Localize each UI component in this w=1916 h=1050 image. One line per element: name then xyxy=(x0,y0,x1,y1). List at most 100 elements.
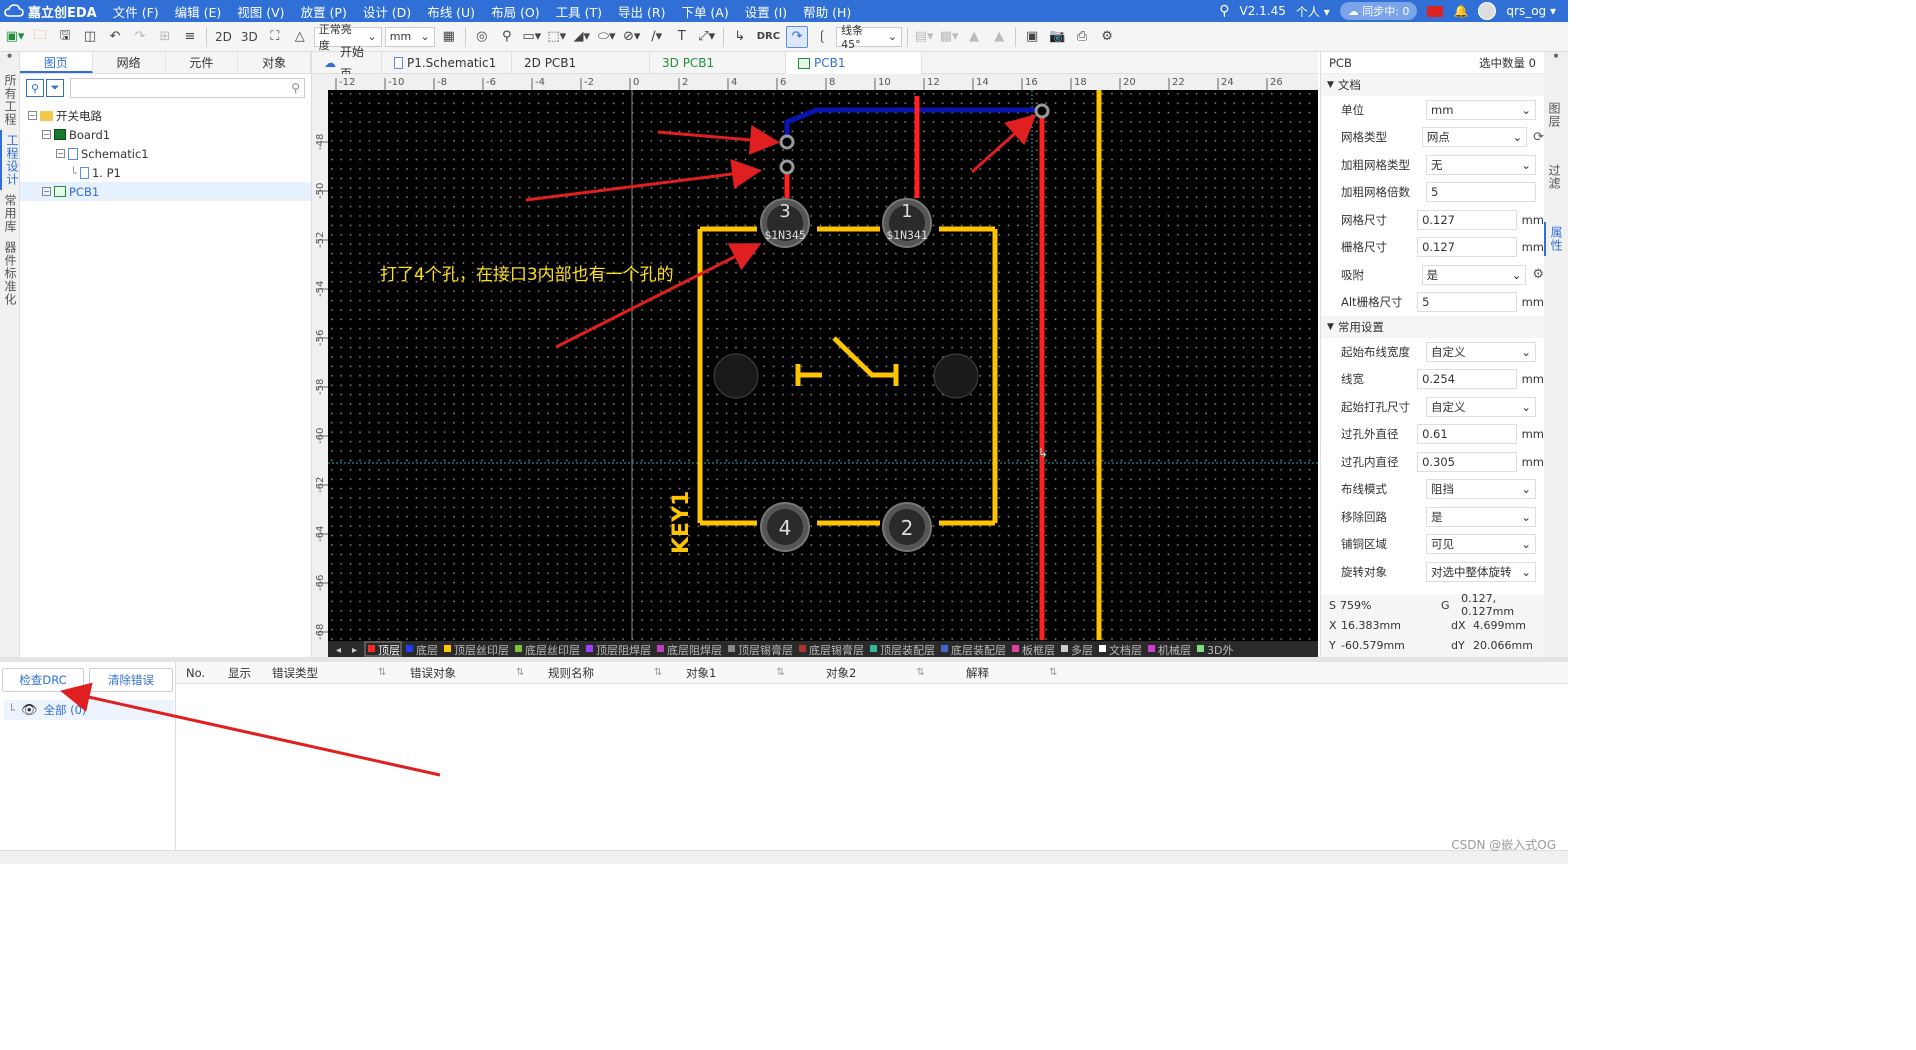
routing-angle-select[interactable]: 线条45° ⌄ xyxy=(836,24,903,51)
collapse-toggle-icon[interactable]: − xyxy=(42,187,51,196)
tree-node[interactable]: − 开关电路 xyxy=(20,106,311,125)
doc-tab[interactable]: ☁开始页 xyxy=(312,45,382,81)
grid-refresh-icon[interactable]: ⟳ xyxy=(1533,130,1544,145)
property-input[interactable]: 0.127 xyxy=(1417,237,1517,258)
layer-tab[interactable]: 底层锡膏层 xyxy=(809,643,864,657)
pin-icon[interactable]: ⚲ xyxy=(496,26,518,48)
layer-color-swatch[interactable] xyxy=(728,645,735,652)
mounting-hole-left[interactable] xyxy=(713,353,759,399)
layer-color-swatch[interactable] xyxy=(368,645,375,652)
right-vtab[interactable]: 图层 xyxy=(1544,98,1565,132)
tree-node[interactable]: └ 1. P1 xyxy=(20,163,311,182)
pcb-canvas-svg[interactable]: -12 -10 -8 -6 -4 -2 0 2 4 6 8 10 12 14 16 18 20 22 24 26 -4… xyxy=(312,74,1318,657)
mounting-hole-right[interactable] xyxy=(933,353,979,399)
open-folder-icon[interactable]: 🗀 xyxy=(29,26,51,48)
panel-tab[interactable]: 对象 xyxy=(238,52,311,73)
panel-tab[interactable]: 网络 xyxy=(92,52,166,73)
layer-tab[interactable]: 顶层锡膏层 xyxy=(738,643,793,657)
property-input[interactable]: 0.305 xyxy=(1417,451,1517,472)
drc-column-header[interactable]: 规则名称 ⇅ xyxy=(548,665,662,681)
filter-icon[interactable]: ⏷ xyxy=(46,79,64,97)
line-icon[interactable]: ∕▾ xyxy=(646,26,668,48)
layer-tab[interactable]: 底层阻焊层 xyxy=(667,643,722,657)
view-2d-button[interactable]: 2D xyxy=(212,26,235,48)
menu-item[interactable]: 工具 (T) xyxy=(548,2,610,21)
language-flag-icon[interactable] xyxy=(1427,5,1444,17)
table-icon[interactable]: ▦ xyxy=(438,26,460,48)
snap-settings-gear-icon[interactable]: ⚙ xyxy=(1532,267,1544,282)
tree-search-input[interactable]: ⚲ xyxy=(70,78,305,98)
user-scope-dropdown[interactable]: 个人 ▾ xyxy=(1296,3,1330,20)
pin-icon[interactable]: ⚫ xyxy=(1544,52,1568,70)
new-project-icon[interactable]: ▣▾ xyxy=(4,26,26,48)
circle-slash-icon[interactable]: ⊘▾ xyxy=(621,26,643,48)
sort-icon[interactable]: ⇅ xyxy=(654,667,662,678)
property-input[interactable]: 5 xyxy=(1417,292,1517,313)
menu-item[interactable]: 文件 (F) xyxy=(105,2,167,21)
layer-tab[interactable]: 顶层丝印层 xyxy=(454,644,509,657)
search-icon[interactable]: ⚲ xyxy=(1219,3,1229,19)
left-vtab[interactable]: 器件标准化 xyxy=(0,237,21,310)
layer-tab[interactable]: 顶层装配层 xyxy=(880,644,935,657)
layer-color-swatch[interactable] xyxy=(406,645,413,652)
undo-icon[interactable]: ↶ xyxy=(104,26,126,48)
layer-color-swatch[interactable] xyxy=(657,645,664,652)
menu-item[interactable]: 布线 (U) xyxy=(419,2,483,21)
property-select[interactable]: 自定义 ⌄ xyxy=(1426,396,1536,417)
menu-item[interactable]: 放置 (P) xyxy=(293,2,355,21)
drc-column-header[interactable]: 对象1 ⇅ xyxy=(686,665,785,681)
tree-node[interactable]: − PCB1 xyxy=(20,182,311,201)
layer-color-swatch[interactable] xyxy=(1197,645,1204,652)
settings-gear-icon[interactable]: ⚙ xyxy=(1096,26,1118,48)
layer-color-swatch[interactable] xyxy=(799,645,806,652)
rectangle-icon[interactable]: ▭▾ xyxy=(521,26,543,48)
dimension-icon[interactable]: ⤢▾ xyxy=(696,26,718,48)
property-select[interactable]: 对选中整体旋转 ⌄ xyxy=(1426,561,1536,582)
property-select[interactable]: 可见 ⌄ xyxy=(1426,534,1536,555)
left-vtab[interactable]: 所有工程 xyxy=(0,70,21,130)
pin-icon[interactable]: ⚫ xyxy=(0,52,19,70)
doc-tab[interactable]: PCB1 xyxy=(786,52,922,74)
designator-key1[interactable]: KEY1 xyxy=(669,491,694,554)
layer-tab[interactable]: 顶层阻焊层 xyxy=(596,643,651,657)
layer-color-swatch[interactable] xyxy=(1148,645,1155,652)
route-track-icon[interactable]: ↷ xyxy=(786,25,809,48)
layer-color-swatch[interactable] xyxy=(1099,645,1106,652)
sort-icon[interactable]: ⇅ xyxy=(776,667,784,678)
ellipse-icon[interactable]: ⬭▾ xyxy=(596,26,618,48)
layer-color-swatch[interactable] xyxy=(515,645,522,652)
tree-node[interactable]: − Schematic1 xyxy=(20,144,311,163)
property-input[interactable]: 5 xyxy=(1426,182,1536,203)
export-image-icon[interactable]: ▣ xyxy=(1021,26,1043,48)
property-select[interactable]: 是 ⌄ xyxy=(1426,506,1536,527)
property-select[interactable]: 是 ⌄ xyxy=(1421,264,1527,285)
sort-icon[interactable]: ⇅ xyxy=(916,667,924,678)
layer-scroll-left-icon[interactable]: ◂ xyxy=(336,645,341,656)
property-input[interactable]: 0.127 xyxy=(1417,209,1517,230)
polygon-icon[interactable]: ◢▾ xyxy=(571,26,593,48)
layer-color-swatch[interactable] xyxy=(870,645,877,652)
right-vtab[interactable]: 属性 xyxy=(1544,222,1567,256)
layer-color-swatch[interactable] xyxy=(1061,645,1068,652)
menu-item[interactable]: 下单 (A) xyxy=(673,2,736,21)
flip-vertical-icon[interactable]: ▲ xyxy=(988,26,1010,48)
pad-2[interactable]: 2 xyxy=(882,502,932,552)
via-2[interactable] xyxy=(779,159,795,175)
left-vtab[interactable]: 常用库 xyxy=(0,190,21,237)
property-select[interactable]: 自定义 ⌄ xyxy=(1426,341,1536,362)
doc-tab[interactable]: 2D PCB1 xyxy=(512,52,650,74)
section-common-settings[interactable]: ▼ 常用设置 xyxy=(1321,316,1544,338)
pad-3[interactable]: 3 $1N345 xyxy=(760,198,810,248)
pcb-canvas[interactable]: -12 -10 -8 -6 -4 -2 0 2 4 6 8 10 12 14 16 18 20 22 24 26 -4… xyxy=(312,74,1318,657)
property-select[interactable]: mm ⌄ xyxy=(1426,99,1536,120)
layer-color-swatch[interactable] xyxy=(444,645,451,652)
menu-item[interactable]: 导出 (R) xyxy=(610,2,673,21)
import-icon[interactable]: ↳ xyxy=(729,26,751,48)
align-icon[interactable]: ▤▾ xyxy=(913,26,935,48)
save-all-icon[interactable]: ◫ xyxy=(79,26,101,48)
menu-item[interactable]: 布局 (O) xyxy=(483,2,548,21)
via-1[interactable] xyxy=(779,134,795,150)
print-icon[interactable]: ⎙ xyxy=(1071,26,1093,48)
menu-item[interactable]: 设置 (I) xyxy=(737,2,795,21)
drc-button[interactable]: DRC xyxy=(754,26,783,48)
